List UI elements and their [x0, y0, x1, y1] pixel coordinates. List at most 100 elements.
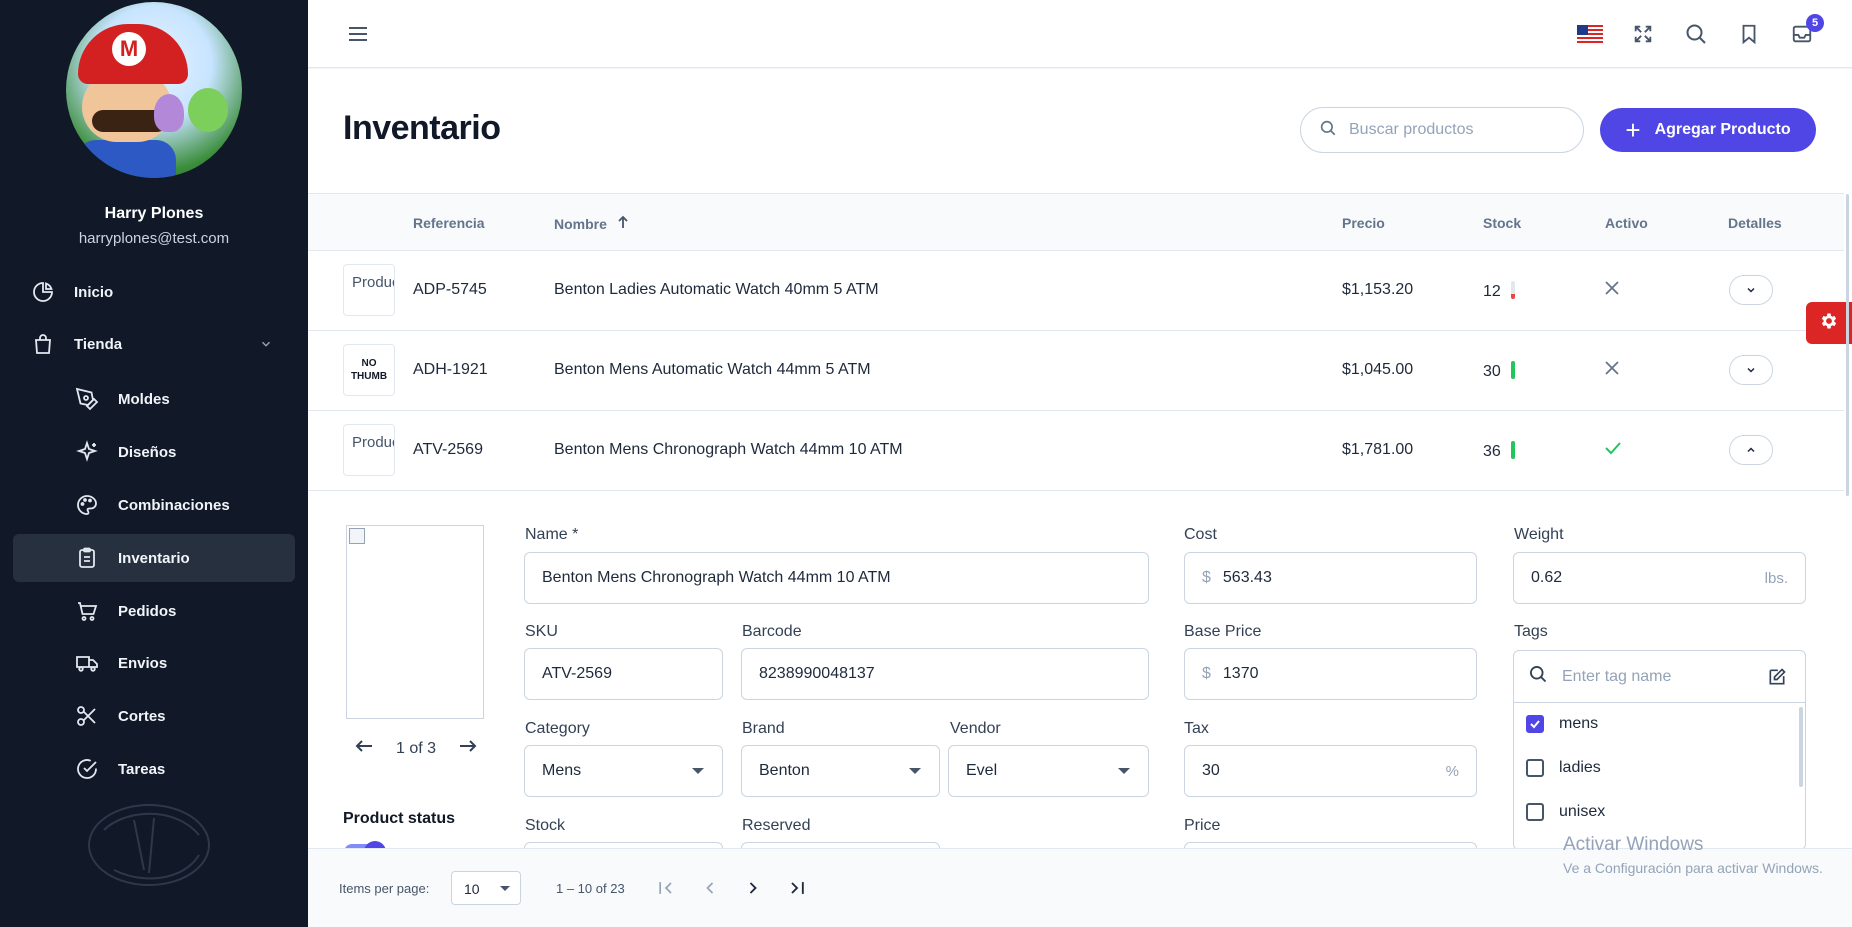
tag-label: unisex [1559, 803, 1606, 820]
items-per-page-label: Items per page: [339, 881, 430, 896]
header-activo[interactable]: Activo [1605, 215, 1648, 231]
search-input[interactable] [1349, 121, 1559, 139]
checkbox-checked-icon[interactable] [1526, 715, 1544, 733]
expand-details-button[interactable] [1729, 355, 1773, 385]
avatar[interactable]: M [66, 2, 242, 178]
cell-stock: 36 [1483, 441, 1515, 461]
us-flag-icon[interactable] [1576, 20, 1604, 48]
brand-select[interactable]: Benton [741, 745, 940, 797]
barcode-value: 8238990048137 [759, 665, 875, 682]
table-row[interactable]: Product thumbnail ATV-2569 Benton Mens C… [308, 411, 1844, 491]
first-page-icon[interactable] [653, 875, 679, 901]
items-per-page-select[interactable]: 10 [451, 871, 521, 905]
name-label: Name * [525, 526, 579, 543]
pie-chart-icon [30, 279, 56, 305]
tax-value: 30 [1202, 762, 1220, 779]
add-product-button[interactable]: + Agregar Producto [1600, 108, 1816, 152]
cell-ref: ADP-5745 [413, 281, 487, 298]
stock-label: Stock [525, 817, 566, 834]
base-price-field[interactable]: $ 1370 [1184, 648, 1477, 700]
product-thumbnail: NO THUMB [343, 344, 395, 396]
sidebar-item-pedidos[interactable]: Pedidos [13, 587, 295, 635]
pen-tool-icon [74, 386, 100, 412]
tag-option-mens[interactable]: mens [1526, 715, 1598, 733]
tag-option-unisex[interactable]: unisex [1526, 803, 1605, 821]
collapse-details-button[interactable] [1729, 435, 1773, 465]
topbar: 5 [308, 0, 1852, 68]
sidebar-item-tareas[interactable]: Tareas [13, 745, 295, 793]
checkbox-icon[interactable] [1526, 759, 1544, 777]
sidebar-item-cortes[interactable]: Cortes [13, 692, 295, 740]
header-precio[interactable]: Precio [1342, 215, 1385, 231]
barcode-field[interactable]: 8238990048137 [741, 648, 1149, 700]
product-thumbnail: Product thumbnail [343, 424, 395, 476]
scissors-icon [74, 703, 100, 729]
sidebar-item-moldes[interactable]: Moldes [13, 375, 295, 423]
header-nombre[interactable]: Nombre [554, 215, 629, 232]
category-select[interactable]: Mens [524, 745, 723, 797]
sidebar-item-combinaciones[interactable]: Combinaciones [13, 481, 295, 529]
sidebar-item-label: Inventario [118, 549, 190, 567]
product-status-label: Product status [343, 810, 456, 827]
table-row[interactable]: Product thumbnail ADP-5745 Benton Ladies… [308, 251, 1844, 331]
arrow-right-icon[interactable] [458, 738, 478, 759]
tag-option-ladies[interactable]: ladies [1526, 759, 1601, 777]
next-page-icon[interactable] [740, 875, 766, 901]
inbox-icon[interactable]: 5 [1788, 14, 1824, 48]
inactive-x-icon [1604, 359, 1620, 382]
expand-details-button[interactable] [1729, 275, 1773, 305]
sidebar-item-inventario[interactable]: Inventario [13, 534, 295, 582]
product-image [346, 525, 484, 719]
dropdown-caret-icon [692, 768, 704, 774]
menu-icon[interactable] [344, 20, 372, 48]
tax-field[interactable]: 30 % [1184, 745, 1477, 797]
sidebar-item-tienda[interactable]: Tienda [13, 320, 295, 368]
table-row[interactable]: NO THUMB ADH-1921 Benton Mens Automatic … [308, 331, 1844, 411]
sku-field[interactable]: ATV-2569 [524, 648, 723, 700]
search-icon[interactable] [1682, 20, 1710, 48]
dropdown-caret-icon [909, 768, 921, 774]
cost-field[interactable]: $ 563.43 [1184, 552, 1477, 604]
tag-label: mens [1559, 715, 1599, 732]
sidebar-item-label: Tareas [118, 760, 166, 778]
items-per-page-value: 10 [464, 881, 480, 897]
cell-name: Benton Mens Chronograph Watch 44mm 10 AT… [554, 441, 903, 458]
checkbox-icon[interactable] [1526, 803, 1544, 821]
tags-search[interactable]: Enter tag name [1514, 651, 1805, 703]
arrow-left-icon[interactable] [354, 738, 374, 759]
search-field[interactable] [1300, 107, 1584, 153]
cell-name: Benton Ladies Automatic Watch 40mm 5 ATM [554, 281, 879, 298]
sidebar-item-envios[interactable]: Envios [13, 639, 295, 687]
sidebar-item-disenos[interactable]: Diseños [13, 428, 295, 476]
currency-prefix: $ [1202, 569, 1211, 586]
windows-activation-subtitle: Ve a Configuración para activar Windows. [1563, 860, 1823, 876]
stock-level-bar [1510, 361, 1515, 379]
bookmark-icon[interactable] [1735, 20, 1763, 48]
weight-field[interactable]: 0.62 lbs. [1513, 552, 1806, 604]
fullscreen-icon[interactable] [1629, 20, 1657, 48]
weight-value: 0.62 [1531, 569, 1563, 586]
header-stock[interactable]: Stock [1483, 215, 1521, 231]
cart-icon [74, 598, 100, 624]
stock-value: 30 [1483, 363, 1501, 380]
edit-icon[interactable] [1767, 667, 1787, 692]
page-scrollbar[interactable] [1846, 194, 1849, 496]
last-page-icon[interactable] [784, 875, 810, 901]
palette-icon [74, 492, 100, 518]
header-referencia[interactable]: Referencia [413, 215, 485, 231]
name-field[interactable]: Benton Mens Chronograph Watch 44mm 10 AT… [524, 552, 1149, 604]
windows-activation-title: Activar Windows [1563, 834, 1704, 855]
product-thumbnail: Product thumbnail [343, 264, 395, 316]
sidebar-item-label: Combinaciones [118, 496, 230, 514]
vendor-select[interactable]: Evel [948, 745, 1149, 797]
tags-scrollbar[interactable] [1799, 707, 1803, 787]
sidebar-item-inicio[interactable]: Inicio [13, 268, 295, 316]
stock-value: 12 [1483, 283, 1501, 300]
stock-value: 36 [1483, 443, 1501, 460]
prev-page-icon[interactable] [697, 875, 723, 901]
image-pager-label: 1 of 3 [396, 739, 437, 757]
sort-asc-icon [617, 215, 629, 232]
sku-value: ATV-2569 [542, 665, 612, 682]
logo-watermark [88, 804, 210, 886]
header-detalles: Detalles [1728, 215, 1782, 231]
